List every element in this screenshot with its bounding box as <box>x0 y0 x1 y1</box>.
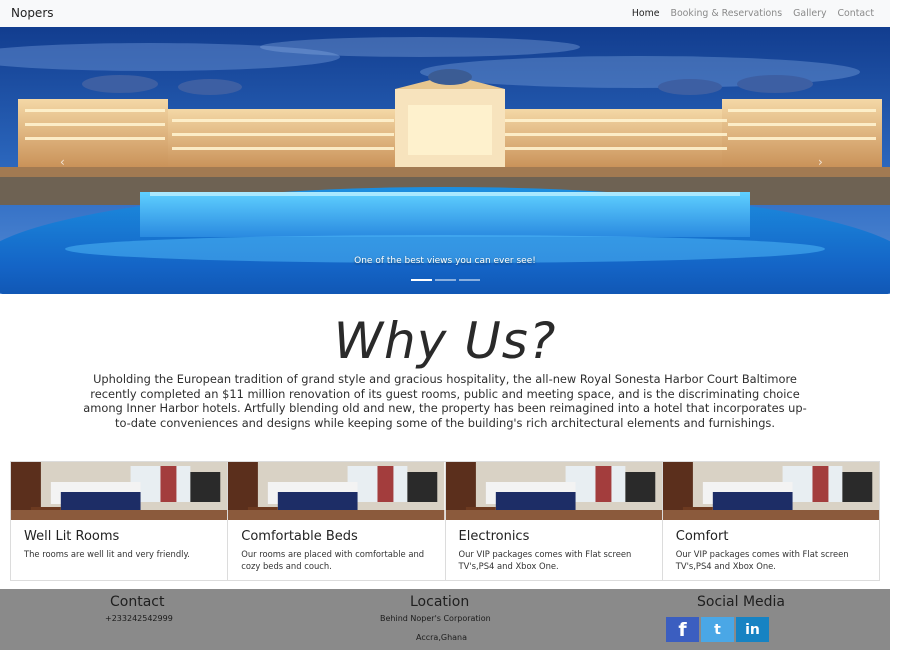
navbar: Nopers Home Booking & Reservations Galle… <box>0 0 890 27</box>
room-image <box>11 462 228 520</box>
card-title: Electronics <box>458 529 530 544</box>
location-heading: Location <box>410 594 470 610</box>
brand-logo[interactable]: Nopers <box>11 6 54 20</box>
feature-card: Well Lit Rooms The rooms are well lit an… <box>11 462 229 580</box>
carousel-next-icon[interactable]: › <box>818 155 823 169</box>
card-text: Our VIP packages comes with Flat screen … <box>458 549 632 571</box>
hero-hotel-image <box>0 27 890 294</box>
carousel-indicator[interactable] <box>411 279 432 281</box>
feature-cards: Well Lit Rooms The rooms are well lit an… <box>10 461 880 581</box>
location-line-2: Accra,Ghana <box>416 633 468 642</box>
nav-link-gallery[interactable]: Gallery <box>793 8 826 19</box>
feature-card: Electronics Our VIP packages comes with … <box>445 462 663 580</box>
contact-phone: +233242542999 <box>105 614 173 623</box>
card-text: The rooms are well lit and very friendly… <box>24 549 190 559</box>
nav-link-contact[interactable]: Contact <box>838 8 874 19</box>
why-us-heading: Why Us? <box>333 312 557 370</box>
hero-carousel[interactable]: ‹ › One of the best views you can ever s… <box>0 27 890 294</box>
carousel-prev-icon[interactable]: ‹ <box>60 155 65 169</box>
why-us-text: Upholding the European tradition of gran… <box>83 372 807 430</box>
feature-card: Comfortable Beds Our rooms are placed wi… <box>228 462 446 580</box>
room-image <box>662 462 879 520</box>
card-title: Comfortable Beds <box>241 529 358 544</box>
card-text: Our VIP packages comes with Flat screen … <box>675 549 849 571</box>
nav-link-booking[interactable]: Booking & Reservations <box>671 8 783 19</box>
contact-heading: Contact <box>110 594 165 610</box>
carousel-indicator[interactable] <box>435 279 456 281</box>
room-image <box>445 462 662 520</box>
carousel-caption: One of the best views you can ever see! <box>354 256 536 266</box>
card-title: Well Lit Rooms <box>24 529 120 544</box>
nav-link-home[interactable]: Home <box>632 8 660 19</box>
carousel-indicators <box>411 279 480 281</box>
footer: Contact +233242542999 Location Behind No… <box>0 589 890 650</box>
card-title: Comfort <box>675 529 729 544</box>
facebook-icon[interactable]: f <box>666 617 699 642</box>
nav-links: Home Booking & Reservations Gallery Cont… <box>632 8 874 19</box>
location-line-1: Behind Noper's Corporation <box>380 614 491 623</box>
linkedin-icon[interactable]: in <box>736 617 769 642</box>
social-media-heading: Social Media <box>697 594 786 610</box>
social-icons: f t in <box>666 617 769 642</box>
feature-card: Comfort Our VIP packages comes with Flat… <box>662 462 879 580</box>
twitter-icon[interactable]: t <box>701 617 734 642</box>
card-text: Our rooms are placed with comfortable an… <box>241 549 425 571</box>
carousel-indicator[interactable] <box>459 279 480 281</box>
room-image <box>228 462 445 520</box>
